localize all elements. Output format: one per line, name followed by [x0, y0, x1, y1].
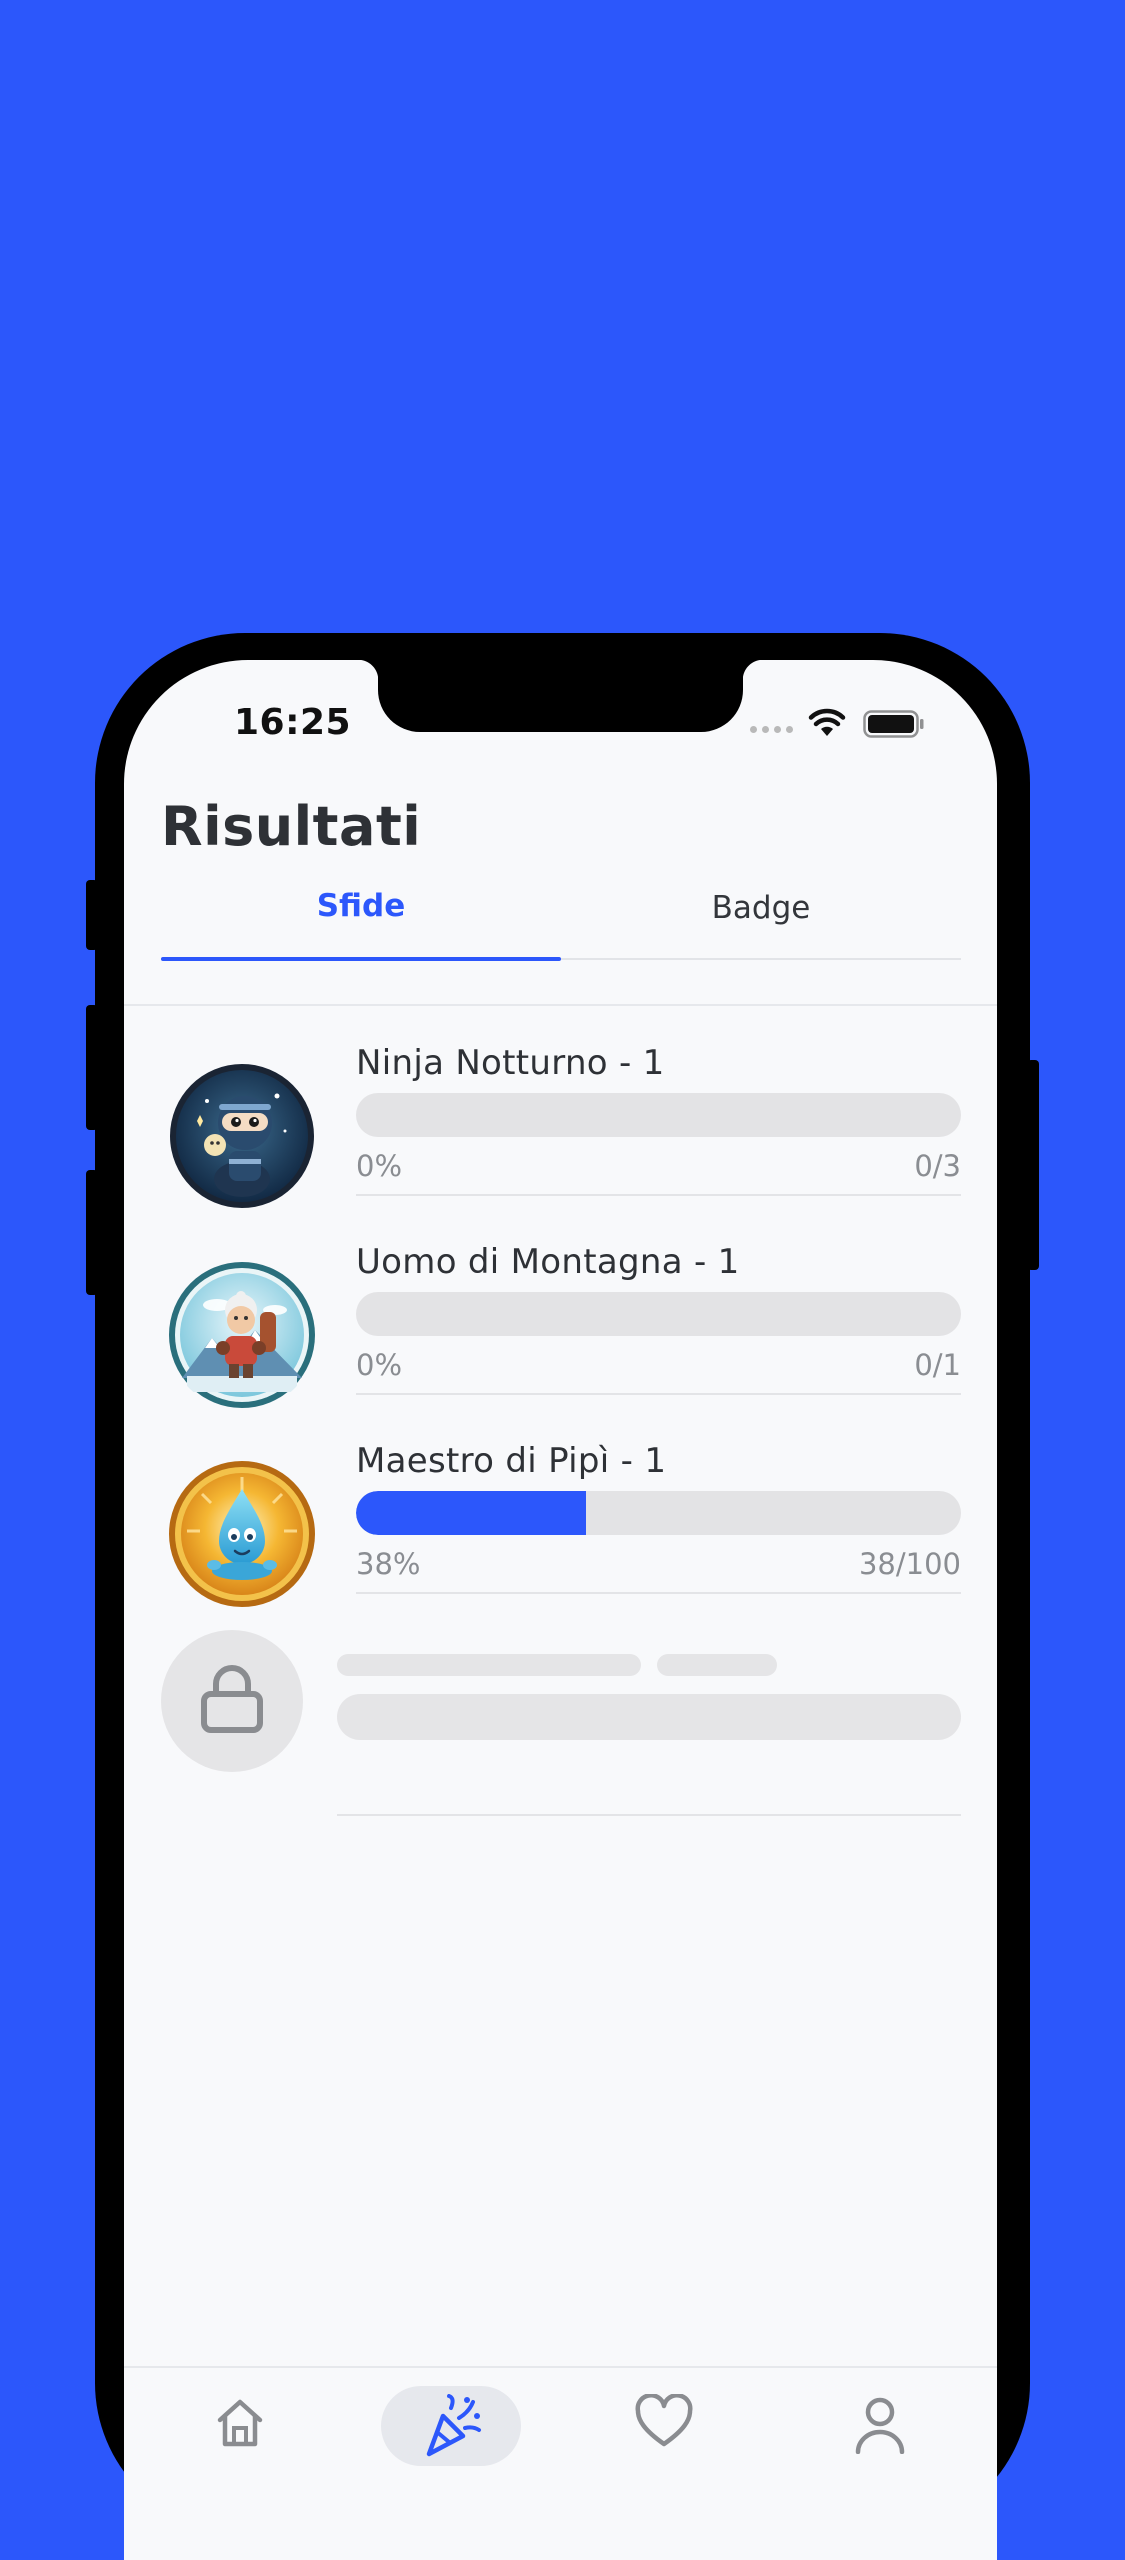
- progress-percent: 38%: [356, 1547, 421, 1581]
- tab-label: Sfide: [316, 888, 406, 924]
- locked-challenge-item: [161, 1630, 961, 1816]
- skeleton-progress-bar: [337, 1694, 961, 1740]
- phone-notch: [358, 660, 763, 732]
- lock-icon: [201, 1665, 263, 1733]
- tab-sfide[interactable]: Sfide: [161, 888, 561, 961]
- challenge-title: Maestro di Pipì - 1: [356, 1441, 667, 1481]
- progress-percent: 0%: [356, 1348, 403, 1382]
- challenge-title: Ninja Notturno - 1: [356, 1043, 665, 1083]
- progress-count: 38/100: [858, 1547, 961, 1581]
- challenge-item[interactable]: Maestro di Pipì - 1 38% 38/100: [161, 1441, 961, 1641]
- nav-profile[interactable]: [810, 2386, 950, 2466]
- progress-count: 0/1: [914, 1348, 961, 1382]
- app-screen: 16:25 Risultati Sfide Badge Ninja Nottur…: [124, 660, 997, 2560]
- tab-bar: Sfide Badge: [161, 888, 961, 961]
- nav-favorites[interactable]: [594, 2386, 734, 2466]
- mountain-man-badge-icon: [169, 1262, 315, 1408]
- header-divider: [124, 1004, 997, 1006]
- row-divider: [356, 1592, 961, 1594]
- progress-bar: [356, 1491, 961, 1535]
- tab-badge[interactable]: Badge: [561, 888, 961, 958]
- challenge-item[interactable]: Uomo di Montagna - 1 0% 0/1: [161, 1242, 961, 1442]
- challenge-title: Uomo di Montagna - 1: [356, 1242, 740, 1282]
- page-title: Risultati: [161, 795, 422, 858]
- row-divider: [356, 1194, 961, 1196]
- skeleton-subtitle-line: [657, 1654, 777, 1676]
- battery-icon: [863, 710, 924, 738]
- status-time: 16:25: [234, 702, 352, 743]
- progress-percent: 0%: [356, 1149, 403, 1183]
- progress-bar: [356, 1093, 961, 1137]
- wifi-icon: [808, 708, 846, 736]
- row-divider: [337, 1814, 961, 1816]
- heart-icon: [635, 2394, 693, 2447]
- party-popper-icon: [426, 2394, 481, 2457]
- progress-bar: [356, 1292, 961, 1336]
- lock-badge: [161, 1630, 303, 1772]
- tab-label: Badge: [711, 890, 811, 926]
- water-drop-badge-icon: [169, 1461, 315, 1607]
- ninja-badge-icon: [170, 1064, 314, 1208]
- home-icon: [217, 2399, 263, 2447]
- skeleton-title-line: [337, 1654, 641, 1676]
- user-icon: [855, 2397, 905, 2454]
- progress-count: 0/3: [914, 1149, 961, 1183]
- bottom-navigation: [124, 2366, 997, 2560]
- nav-results[interactable]: [381, 2386, 521, 2466]
- nav-home[interactable]: [170, 2386, 310, 2466]
- row-divider: [356, 1393, 961, 1395]
- challenge-item[interactable]: Ninja Notturno - 1 0% 0/3: [161, 1043, 961, 1243]
- progress-fill: [356, 1491, 586, 1535]
- cellular-signal-icon: [750, 726, 793, 733]
